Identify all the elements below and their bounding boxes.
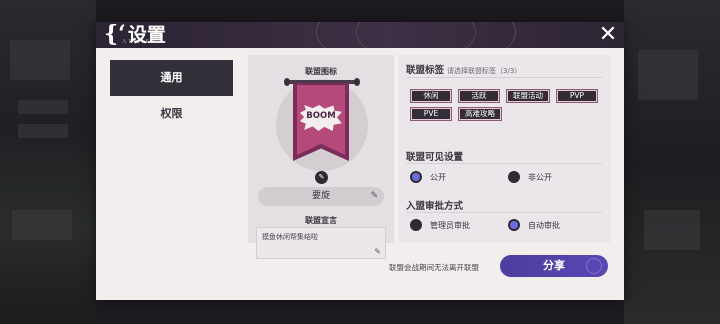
background-right — [624, 0, 720, 324]
section-divider — [406, 77, 602, 78]
option-label: 自动审批 — [528, 220, 560, 230]
tag-chip[interactable]: PVP — [556, 89, 598, 103]
visibility-option-private[interactable]: 非公开 — [508, 171, 552, 183]
sidebar-item-general[interactable]: 通用 — [110, 60, 233, 96]
radio-unselected-icon — [508, 171, 520, 183]
settings-sidebar: 通用 权限 — [110, 60, 233, 260]
option-label: 非公开 — [528, 172, 552, 182]
sidebar-item-label: 通用 — [160, 71, 183, 84]
emblem-title: 联盟图标 — [305, 67, 337, 76]
background-panel — [644, 210, 700, 250]
tag-chip[interactable]: 联盟活动 — [506, 89, 550, 103]
swirl-decoration-icon — [586, 258, 602, 274]
background-left — [0, 0, 96, 324]
alliance-name-field[interactable]: 要旋 ✎ — [258, 187, 384, 206]
declaration-title: 联盟宣言 — [305, 216, 337, 225]
background-panel — [12, 210, 72, 240]
tag-chip[interactable]: 活跃 — [458, 89, 500, 103]
approval-section-title: 入盟审批方式 — [406, 201, 464, 212]
close-icon[interactable]: ✕ — [598, 24, 618, 46]
radio-unselected-icon — [410, 219, 422, 231]
titlebar-decoration — [356, 22, 476, 48]
tag-chip[interactable]: PVE — [410, 107, 452, 121]
option-label: 公开 — [430, 172, 446, 182]
share-label: 分享 — [543, 259, 565, 272]
dialog-titlebar: {‘ 设置 ARMIFA ✕ — [96, 22, 624, 48]
alliance-name: 要旋 — [311, 191, 330, 201]
section-divider — [406, 212, 602, 213]
edit-name-icon[interactable]: ✎ — [370, 187, 378, 206]
dialog-subtitle: ARMIFA — [122, 39, 157, 45]
settings-panel: 联盟标签 请选择联盟标签（3/3） 休闲 活跃 联盟活动 PVP PVE 高难攻略… — [398, 55, 610, 243]
option-label: 管理员审批 — [430, 220, 470, 230]
declaration-text: 摸鱼休闲帮集结啦 — [262, 233, 318, 241]
tag-chip[interactable]: 休闲 — [410, 89, 452, 103]
edit-emblem-icon[interactable]: ✎ — [315, 171, 328, 184]
footer-note: 联盟会战期间无法离开联盟 — [389, 263, 479, 272]
edit-declaration-icon[interactable]: ✎ — [374, 247, 381, 256]
sidebar-item-permissions[interactable]: 权限 — [110, 96, 233, 132]
background-panel — [18, 124, 68, 138]
sidebar-item-label: 权限 — [160, 107, 183, 120]
tag-chip[interactable]: 高难攻略 — [458, 107, 502, 121]
background-panel — [10, 40, 70, 80]
approval-option-admin[interactable]: 管理员审批 — [410, 219, 470, 231]
share-button[interactable]: 分享 — [500, 255, 608, 277]
declaration-field[interactable]: 摸鱼休闲帮集结啦 ✎ — [256, 227, 386, 259]
tags-section-title: 联盟标签 请选择联盟标签（3/3） — [406, 62, 521, 76]
radio-selected-icon — [508, 219, 520, 231]
visibility-option-public[interactable]: 公开 — [410, 171, 446, 183]
background-panel — [18, 100, 68, 114]
background-panel — [638, 50, 698, 100]
visibility-section-title: 联盟可见设置 — [406, 152, 464, 163]
alliance-card: 联盟图标 BOOM ✎ 要旋 ✎ 联盟宣言 摸鱼休闲帮集结啦 ✎ — [248, 55, 394, 259]
approval-option-auto[interactable]: 自动审批 — [508, 219, 560, 231]
settings-dialog: {‘ 设置 ARMIFA ✕ 通用 权限 联盟图标 BOOM ✎ 要旋 ✎ 联盟宣… — [96, 22, 624, 300]
emblem-text: BOOM — [306, 111, 336, 121]
radio-selected-icon — [410, 171, 422, 183]
tags-title: 联盟标签 — [406, 65, 445, 76]
section-divider — [406, 163, 602, 164]
tags-hint: 请选择联盟标签（3/3） — [447, 67, 522, 75]
